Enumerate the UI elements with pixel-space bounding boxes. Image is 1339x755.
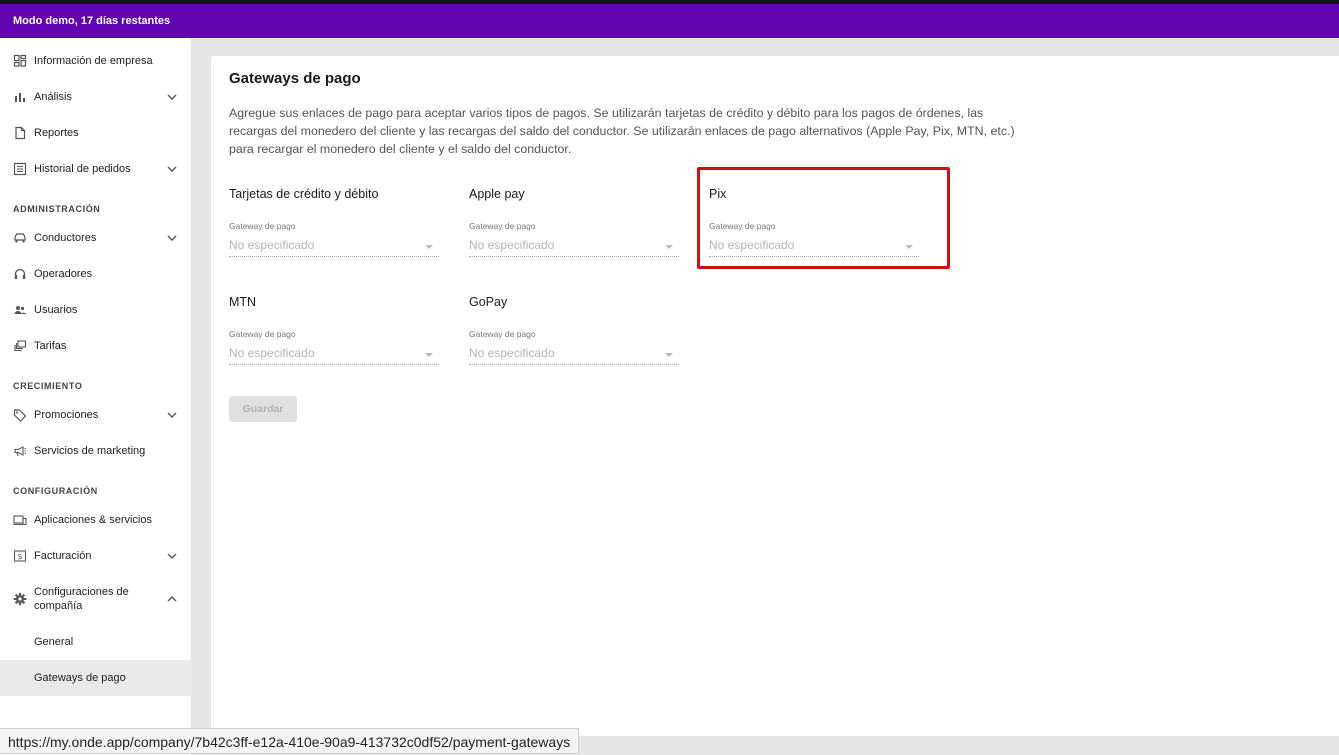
dashboard-icon [13,54,27,68]
field-label-gopay: GoPay [469,295,508,309]
section-title-crecimiento: CRECIMIENTO [13,381,83,391]
sidebar-item-label: Servicios de marketing [34,445,146,457]
sidebar-item-label: Usuarios [34,304,78,316]
list-icon [13,162,27,176]
sidebar-item-label: Gateways de pago [34,672,126,684]
sidebar-item-label: Configuraciones de compañía [34,586,129,612]
chevron-up-icon [167,596,177,602]
field-caption: Gateway de pago [469,221,536,231]
sidebar-item-reports[interactable]: Reportes [0,115,192,151]
gear-icon [13,592,27,606]
sidebar-item-billing[interactable]: $ Facturación [0,538,192,574]
users-icon [13,303,27,317]
sidebar-item-drivers[interactable]: Conductores [0,220,192,256]
document-icon [13,126,27,140]
main-panel: Gateways de pago Agregue sus enlaces de … [211,56,1339,736]
caret-down-icon [425,353,433,357]
sidebar-item-order-history[interactable]: Historial de pedidos [0,151,192,187]
page-title: Gateways de pago [229,70,361,87]
sidebar: Información de empresa Análisis Reportes… [0,38,192,755]
sidebar-item-users[interactable]: Usuarios [0,292,192,328]
car-icon [13,231,27,245]
chevron-down-icon [167,166,177,172]
bar-chart-icon [13,90,27,104]
sidebar-item-operators[interactable]: Operadores [0,256,192,292]
headset-icon [13,267,27,281]
billing-icon: $ [13,549,27,563]
sidebar-item-payment-gateways[interactable]: Gateways de pago [0,660,192,696]
sidebar-item-label: Información de empresa [34,55,153,67]
field-caption: Gateway de pago [469,329,536,339]
sidebar-item-label: Operadores [34,268,93,280]
field-caption: Gateway de pago [229,329,296,339]
sidebar-item-label: Aplicaciones & servicios [34,514,152,526]
page-description: Agregue sus enlaces de pago para aceptar… [229,106,1015,156]
caret-down-icon [425,245,433,249]
sidebar-item-tariffs[interactable]: Tarifas [0,328,192,364]
select-value: No especificado [229,346,315,360]
chevron-down-icon [167,412,177,418]
sidebar-item-marketing-services[interactable]: Servicios de marketing [0,433,192,469]
sidebar-item-apps-services[interactable]: Aplicaciones & servicios [0,502,192,538]
field-label-apple-pay: Apple pay [469,187,525,201]
sidebar-item-promotions[interactable]: Promociones [0,397,192,433]
chevron-down-icon [167,94,177,100]
select-value: No especificado [469,346,555,360]
sidebar-item-label: Promociones [34,409,99,421]
sidebar-item-company-settings[interactable]: Configuraciones de compañía [0,574,192,624]
save-button[interactable]: Guardar [229,396,297,422]
select-value: No especificado [469,238,555,252]
field-label-mtn: MTN [229,295,257,309]
devices-icon [13,513,27,527]
sidebar-item-label: General [34,636,74,648]
field-caption: Gateway de pago [229,221,296,231]
caret-down-icon [665,245,673,249]
sidebar-item-label: Tarifas [34,340,67,352]
gopay-gateway-select[interactable]: No especificado [469,344,679,365]
select-value: No especificado [229,238,315,252]
section-title-administracion: ADMINISTRACIÓN [13,204,101,214]
apple-pay-gateway-select[interactable]: No especificado [469,236,679,257]
highlight-box [697,167,950,269]
tariffs-icon [13,339,27,353]
megaphone-icon [13,444,27,458]
chevron-down-icon [167,553,177,559]
sidebar-item-label: Historial de pedidos [34,163,131,175]
section-title-configuracion: CONFIGURACIÓN [13,486,98,496]
sidebar-item-company-info[interactable]: Información de empresa [0,43,192,79]
sidebar-item-general[interactable]: General [0,624,192,660]
sidebar-item-label: Conductores [34,232,97,244]
tag-icon [13,408,27,422]
demo-mode-banner: Modo demo, 17 días restantes [0,4,1339,38]
sidebar-item-label: Reportes [34,127,79,139]
chevron-down-icon [167,235,177,241]
mtn-gateway-select[interactable]: No especificado [229,344,439,365]
sidebar-item-label: Análisis [34,91,72,103]
credit-debit-gateway-select[interactable]: No especificado [229,236,439,257]
svg-text:$: $ [18,552,23,561]
sidebar-item-analysis[interactable]: Análisis [0,79,192,115]
caret-down-icon [665,353,673,357]
sidebar-item-label: Facturación [34,550,92,562]
status-bar-url: https://my.onde.app/company/7b42c3ff-e12… [0,728,580,754]
field-label-credit-debit: Tarjetas de crédito y débito [229,187,379,201]
